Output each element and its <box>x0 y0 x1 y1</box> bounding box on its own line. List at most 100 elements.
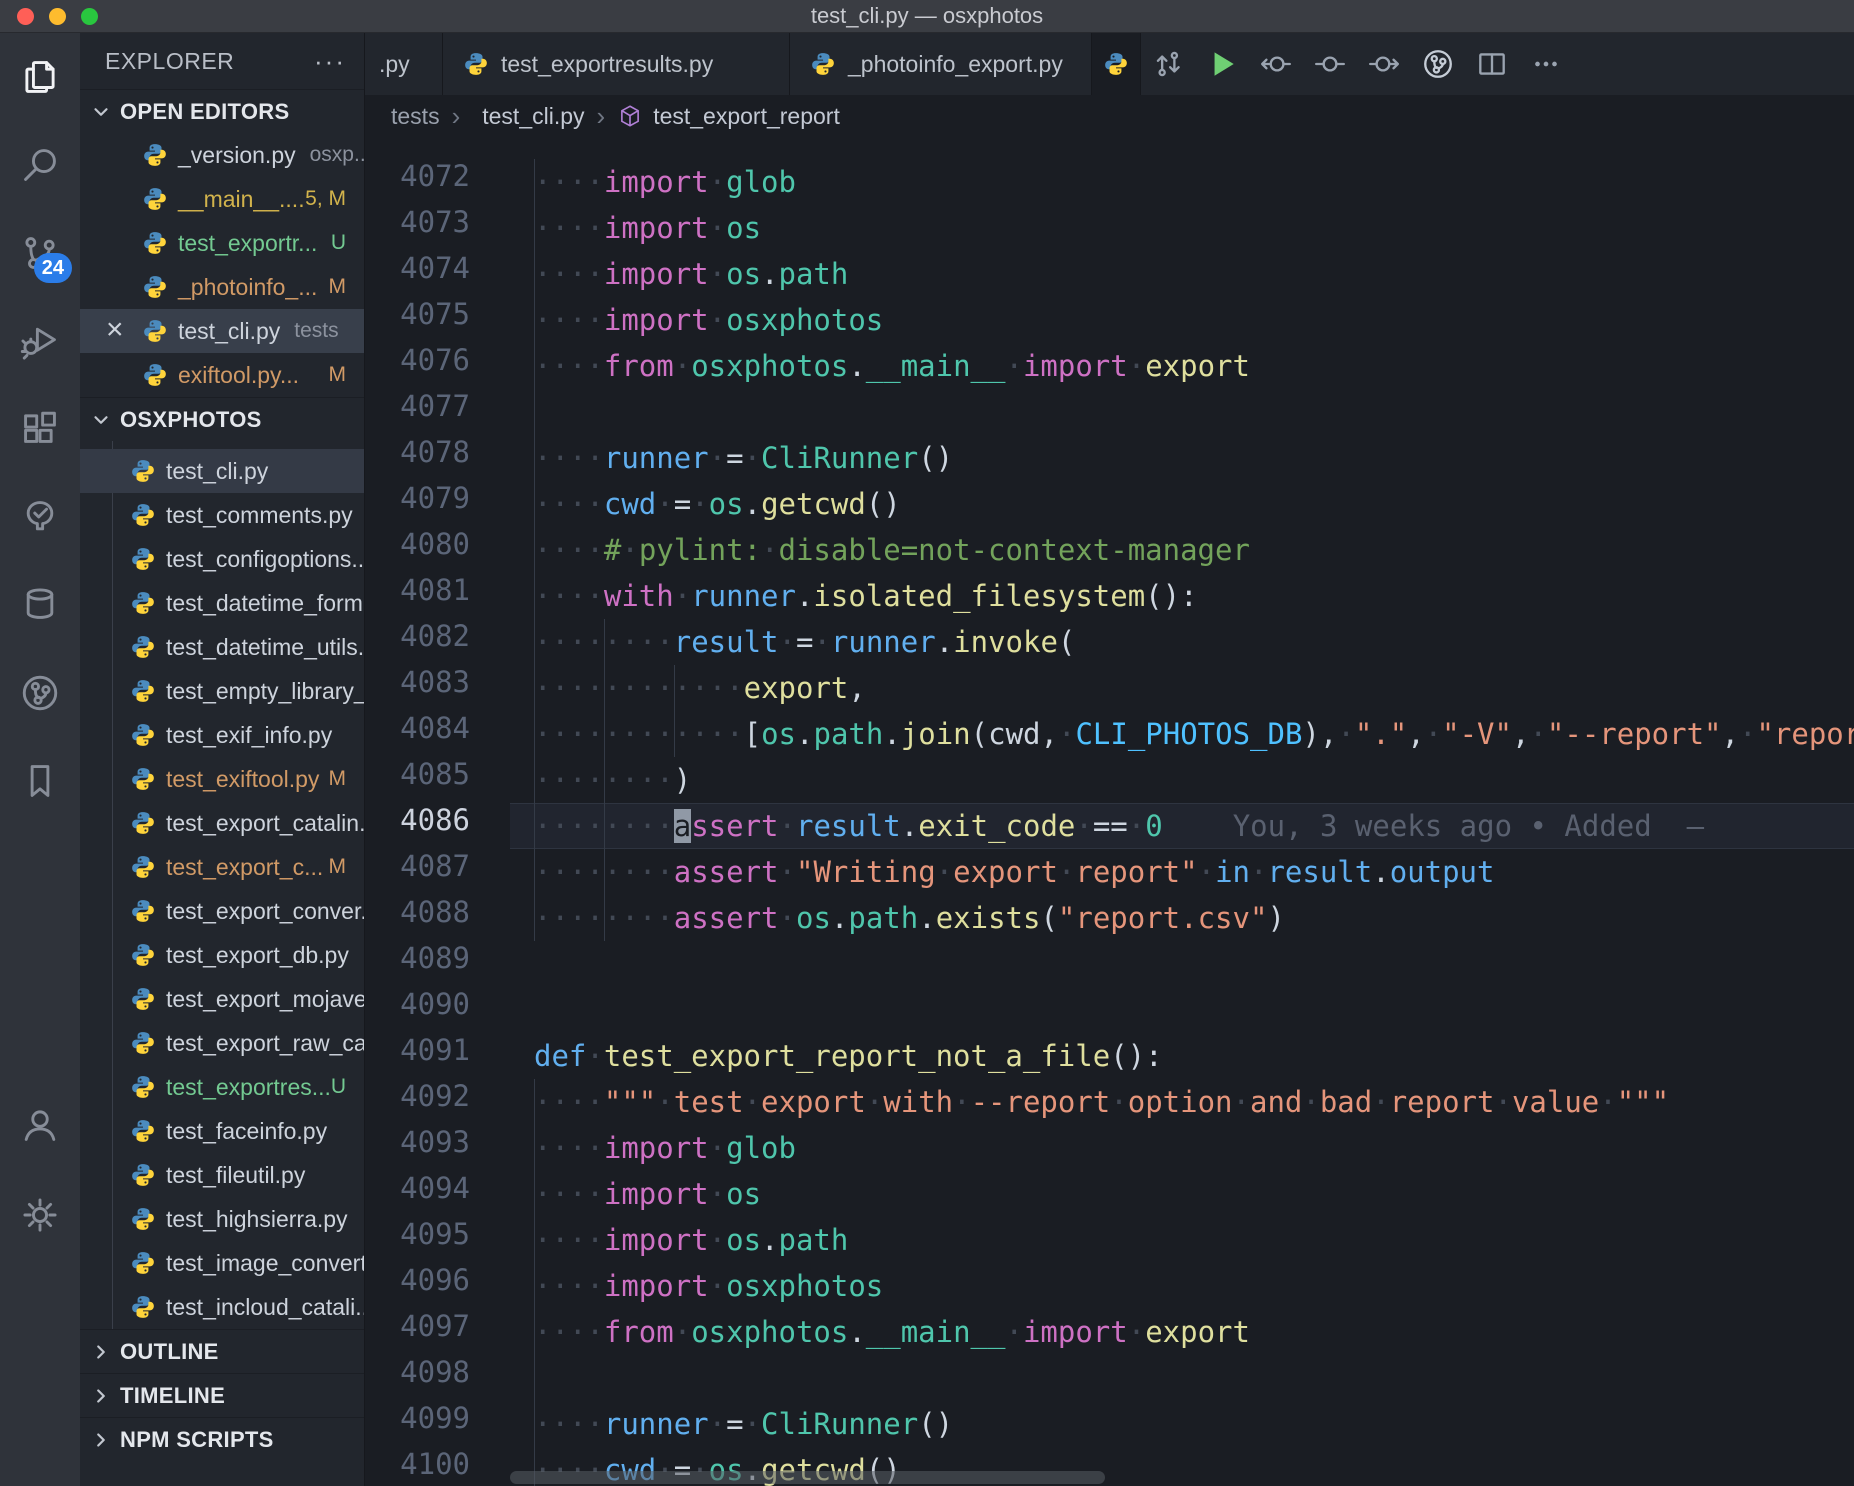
activity-settings-icon[interactable] <box>0 1171 80 1259</box>
tree-item-test-incloud-catali-[interactable]: test_incloud_catali... <box>80 1285 364 1329</box>
tree-item-test-export-catalin-[interactable]: test_export_catalin... <box>80 801 364 845</box>
tree-item-test-faceinfo-py[interactable]: test_faceinfo.py <box>80 1109 364 1153</box>
activity-bookmarks-icon[interactable] <box>0 737 80 825</box>
code-line-4081[interactable]: 4081····with·runner.isolated_filesystem(… <box>365 573 1854 619</box>
code-line-4079[interactable]: 4079····cwd·=·os.getcwd() <box>365 481 1854 527</box>
tree-item-test-export-conver-[interactable]: test_export_conver... <box>80 889 364 933</box>
open-editor-item[interactable]: ×test_cli.pytests <box>80 309 364 353</box>
tree-item-test-export-raw-ca-[interactable]: test_export_raw_ca... <box>80 1021 364 1065</box>
tree-item-test-export-c-[interactable]: test_export_c...M <box>80 845 364 889</box>
tree-item-test-empty-library-[interactable]: test_empty_library_... <box>80 669 364 713</box>
code-line-4087[interactable]: 4087········assert·"Writing·export·repor… <box>365 849 1854 895</box>
open-editor-item[interactable]: _photoinfo_...M <box>80 265 364 309</box>
activity-gitlens-icon[interactable] <box>0 649 80 737</box>
section-header-npm-scripts[interactable]: NPM SCRIPTS <box>80 1417 364 1461</box>
more-actions-icon[interactable] <box>1519 33 1573 95</box>
gitlens-graph-icon[interactable] <box>1411 33 1465 95</box>
code-line-4097[interactable]: 4097····from·osxphotos.__main__·import·e… <box>365 1309 1854 1355</box>
navigate-forward-icon[interactable] <box>1357 33 1411 95</box>
close-icon[interactable]: × <box>106 313 124 347</box>
code-line-4075[interactable]: 4075····import·osxphotos <box>365 297 1854 343</box>
code-line-4090[interactable]: 4090 <box>365 987 1854 1033</box>
code-line-4091[interactable]: 4091def·test_export_report_not_a_file(): <box>365 1033 1854 1079</box>
activity-explorer-icon[interactable] <box>0 33 80 121</box>
section-header-timeline[interactable]: TIMELINE <box>80 1373 364 1417</box>
activity-extensions-icon[interactable] <box>0 385 80 473</box>
activity-tree-checkmark-icon[interactable] <box>0 473 80 561</box>
tree-item-test-datetime-utils-[interactable]: test_datetime_utils.... <box>80 625 364 669</box>
line-number: 4077 <box>365 389 510 435</box>
tree-item-test-highsierra-py[interactable]: test_highsierra.py <box>80 1197 364 1241</box>
breadcrumb-item-test_cli.py[interactable]: test_cli.py <box>482 103 584 130</box>
activity-account-icon[interactable] <box>0 1081 80 1169</box>
code-line-4088[interactable]: 4088········assert·os.path.exists("repor… <box>365 895 1854 941</box>
close-window-button[interactable] <box>17 8 34 25</box>
tree-item-test-image-convert-[interactable]: test_image_convert... <box>80 1241 364 1285</box>
tab-pinned-active[interactable] <box>1092 33 1141 95</box>
explorer-more-actions-icon[interactable]: ··· <box>314 46 346 77</box>
git-status-badge: M <box>329 855 347 879</box>
editor-group: .pytest_exportresults.py_photoinfo_expor… <box>365 33 1854 1486</box>
tree-item-test-export-db-py[interactable]: test_export_db.py <box>80 933 364 977</box>
activity-source-control-icon[interactable]: 24 <box>0 209 80 297</box>
code-line-4078[interactable]: 4078····runner·=·CliRunner() <box>365 435 1854 481</box>
tree-item-test-configoptions-[interactable]: test_configoptions.... <box>80 537 364 581</box>
tree-item-test-datetime-form-[interactable]: test_datetime_form... <box>80 581 364 625</box>
breadcrumb-item-tests[interactable]: tests <box>391 103 440 130</box>
tree-item-test-comments-py[interactable]: test_comments.py <box>80 493 364 537</box>
open-editor-item[interactable]: __main__....5, M <box>80 177 364 221</box>
navigate-back-icon[interactable] <box>1249 33 1303 95</box>
activity-database-icon[interactable] <box>0 561 80 649</box>
code-editor[interactable]: 4072····import·glob4073····import·os4074… <box>365 137 1854 1486</box>
code-line-4072[interactable]: 4072····import·glob <box>365 159 1854 205</box>
python-file-icon <box>142 186 168 212</box>
tab-test_exportresults.py[interactable]: test_exportresults.py <box>443 33 790 95</box>
code-line-4082[interactable]: 4082········result·=·runner.invoke( <box>365 619 1854 665</box>
compare-changes-icon[interactable] <box>1141 33 1195 95</box>
code-line-4083[interactable]: 4083············export, <box>365 665 1854 711</box>
tab-_photoinfo_export.py[interactable]: _photoinfo_export.py <box>790 33 1092 95</box>
tree-item-test-cli-py[interactable]: test_cli.py <box>80 449 364 493</box>
git-status-badge: M <box>329 767 347 791</box>
zoom-window-button[interactable] <box>81 8 98 25</box>
python-file-icon <box>130 458 156 484</box>
code-line-4094[interactable]: 4094····import·os <box>365 1171 1854 1217</box>
line-number: 4095 <box>365 1217 510 1263</box>
section-header-osxphotos[interactable]: OSXPHOTOS <box>80 397 364 441</box>
open-editor-item[interactable]: exiftool.py...M <box>80 353 364 397</box>
code-line-4084[interactable]: 4084············[os.path.join(cwd,·CLI_P… <box>365 711 1854 757</box>
tree-item-test-export-mojave-[interactable]: test_export_mojave... <box>80 977 364 1021</box>
tree-item-test-exportres-[interactable]: test_exportres...U <box>80 1065 364 1109</box>
split-editor-icon[interactable] <box>1465 33 1519 95</box>
code-line-4093[interactable]: 4093····import·glob <box>365 1125 1854 1171</box>
code-line-4086[interactable]: 4086········assert·result.exit_code·==·0… <box>365 803 1854 849</box>
code-line-4080[interactable]: 4080····#·pylint:·disable=not-context-ma… <box>365 527 1854 573</box>
code-line-4099[interactable]: 4099····runner·=·CliRunner() <box>365 1401 1854 1447</box>
tree-item-test-fileutil-py[interactable]: test_fileutil.py <box>80 1153 364 1197</box>
activity-search-icon[interactable] <box>0 121 80 209</box>
minimize-window-button[interactable] <box>49 8 66 25</box>
code-line-4076[interactable]: 4076····from·osxphotos.__main__·import·e… <box>365 343 1854 389</box>
indent-guide <box>534 435 535 481</box>
tree-item-test-exiftool-py[interactable]: test_exiftool.pyM <box>80 757 364 801</box>
code-line-4095[interactable]: 4095····import·os.path <box>365 1217 1854 1263</box>
horizontal-scrollbar[interactable] <box>510 1471 1105 1484</box>
breadcrumb-item-test_export_report[interactable]: test_export_report <box>653 103 840 130</box>
code-line-4073[interactable]: 4073····import·os <box>365 205 1854 251</box>
section-header-open-editors[interactable]: OPEN EDITORS <box>80 89 364 133</box>
tree-item-test-exif-info-py[interactable]: test_exif_info.py <box>80 713 364 757</box>
open-editor-item[interactable]: _version.pyosxp... <box>80 133 364 177</box>
tab-.py[interactable]: .py <box>365 33 443 95</box>
code-line-4089[interactable]: 4089 <box>365 941 1854 987</box>
activity-run-and-debug-icon[interactable] <box>0 297 80 385</box>
navigate-current-icon[interactable] <box>1303 33 1357 95</box>
code-line-4092[interactable]: 4092····"""·test·export·with·--report·op… <box>365 1079 1854 1125</box>
run-file-icon[interactable] <box>1195 33 1249 95</box>
code-line-4085[interactable]: 4085········) <box>365 757 1854 803</box>
code-line-4096[interactable]: 4096····import·osxphotos <box>365 1263 1854 1309</box>
open-editor-item[interactable]: test_exportr...U <box>80 221 364 265</box>
section-header-outline[interactable]: OUTLINE <box>80 1329 364 1373</box>
code-line-4077[interactable]: 4077 <box>365 389 1854 435</box>
code-line-4074[interactable]: 4074····import·os.path <box>365 251 1854 297</box>
code-line-4098[interactable]: 4098 <box>365 1355 1854 1401</box>
